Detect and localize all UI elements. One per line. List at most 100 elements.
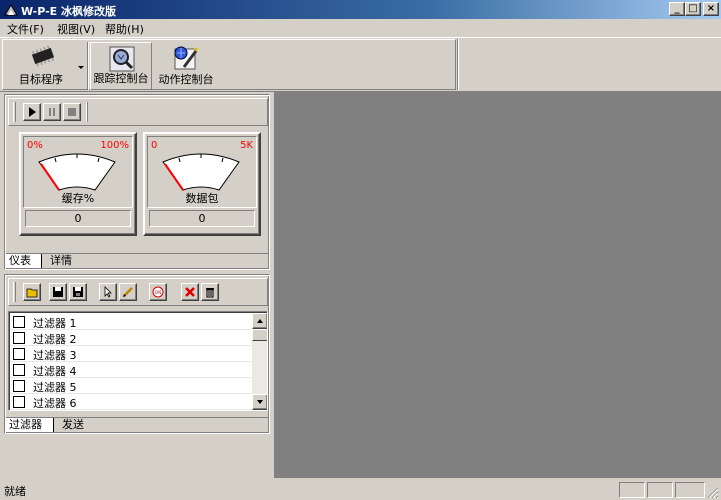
tab-send-label: 发送 [62,418,84,431]
gauge-min-label: 0 [151,140,158,151]
filter-checkbox[interactable] [13,364,25,376]
toolbar-grip [13,102,16,122]
open-button[interactable] [23,283,41,301]
toolbar-separator [86,102,88,122]
status-panel [619,482,645,498]
on-switch-icon: ON [152,286,164,298]
maximize-button[interactable]: □ [685,2,701,16]
gauge-dial [38,153,116,191]
status-panel [647,482,673,498]
play-button[interactable] [23,103,41,121]
list-item[interactable]: 过滤器 6 [10,394,251,410]
tab-filters[interactable]: 过滤器 [6,418,54,432]
filter-label: 过滤器 6 [33,397,77,410]
status-bar: 就绪 [0,478,721,500]
left-panel: 0% 100% 缓存% 0 0 5K 数据包 0 仪表 详情 ON 过滤器 1 … [0,92,274,478]
dropdown-arrow-icon[interactable] [78,60,84,69]
filter-label: 过滤器 3 [33,349,77,362]
toolbar-grip [13,282,16,302]
gauge-name: 数据包 [185,192,219,205]
window-title: W-P-E 冰枫修改版 [21,5,116,18]
scroll-down-icon [257,400,263,404]
resize-grip-icon[interactable] [706,486,719,499]
list-item[interactable]: 过滤器 5 [10,378,251,394]
scroll-up-button[interactable] [252,313,267,329]
pen-globe-icon [174,46,198,70]
tab-details-label: 详情 [50,254,72,267]
main-toolbar: 目标程序 跟踪控制台 动作控制台 [0,37,721,92]
open-folder-icon [26,288,38,298]
menu-view[interactable]: 视图(V) [57,21,95,37]
menu-bar: 文件(F) 视图(V) 帮助(H) [0,19,721,37]
trace-console-label: 跟踪控制台 [93,72,149,85]
svg-text:ON: ON [155,290,161,295]
clear-button[interactable] [201,283,219,301]
menu-file[interactable]: 文件(F) [7,21,44,37]
gauge-value: 0 [25,210,131,227]
tab-send[interactable]: 发送 [56,418,96,432]
gauge-name: 缓存% [61,192,95,205]
filter-checkbox[interactable] [13,332,25,344]
pause-icon [49,108,55,116]
trash-icon [206,288,214,298]
filter-toolbar: ON [8,278,268,306]
toolbar-separator [87,42,89,90]
vertical-scrollbar[interactable] [252,313,267,410]
save-button[interactable] [49,283,67,301]
scroll-thumb[interactable] [252,329,267,341]
filter-label: 过滤器 4 [33,365,77,378]
save-icon [53,287,63,297]
close-button[interactable]: × [703,2,719,16]
minimize-button[interactable]: _ [669,2,685,16]
tab-details[interactable]: 详情 [44,254,84,268]
filter-checkbox[interactable] [13,396,25,408]
close-icon: × [706,3,716,14]
filter-label: 过滤器 5 [33,381,77,394]
scroll-up-icon [257,319,263,323]
list-item[interactable]: 过滤器 2 [10,330,251,346]
trace-console-button[interactable]: 跟踪控制台 [90,42,152,90]
cursor-icon [104,286,112,298]
delete-x-icon [185,287,195,297]
action-console-button[interactable]: 动作控制台 [154,42,218,90]
toggle-on-button[interactable]: ON [149,283,167,301]
gauge-value: 0 [149,210,255,227]
filter-list: 过滤器 1 过滤器 2 过滤器 3 过滤器 4 过滤器 5 过滤器 6 [8,311,268,411]
scroll-down-button[interactable] [252,394,267,410]
stop-icon [68,108,76,116]
filter-label: 过滤器 2 [33,333,77,346]
playback-toolbar [8,98,268,126]
magnifier-icon [109,46,135,72]
tab-filters-label: 过滤器 [9,418,42,431]
status-panel [675,482,705,498]
list-item[interactable]: 过滤器 1 [10,314,251,330]
filter-checkbox[interactable] [13,316,25,328]
edit-button[interactable] [119,283,137,301]
target-program-label: 目标程序 [19,73,63,86]
maximize-icon: □ [688,3,698,14]
pause-button[interactable] [43,103,61,121]
cache-gauge: 0% 100% 缓存% 0 [19,132,137,236]
filter-tabs: 过滤器 发送 [6,417,268,432]
monitor-tabs: 仪表 详情 [6,253,268,268]
list-item[interactable]: 过滤器 3 [10,346,251,362]
stop-button[interactable] [63,103,81,121]
tab-meters-label: 仪表 [9,254,31,267]
menu-help[interactable]: 帮助(H) [105,21,144,37]
filter-checkbox[interactable] [13,380,25,392]
minimize-icon: _ [674,3,680,14]
tab-meters[interactable]: 仪表 [6,254,42,268]
pencil-icon [123,287,133,297]
save-as-button[interactable] [69,283,87,301]
gauge-dial [162,153,240,191]
target-program-button[interactable]: 目标程序 [7,42,75,90]
mdi-workspace[interactable] [274,92,721,478]
filter-checkbox[interactable] [13,348,25,360]
packet-gauge: 0 5K 数据包 0 [143,132,261,236]
play-icon [29,107,36,117]
delete-button[interactable] [181,283,199,301]
toolbar-band-edge [457,39,459,90]
list-item[interactable]: 过滤器 4 [10,362,251,378]
select-button[interactable] [99,283,117,301]
filter-label: 过滤器 1 [33,317,77,330]
